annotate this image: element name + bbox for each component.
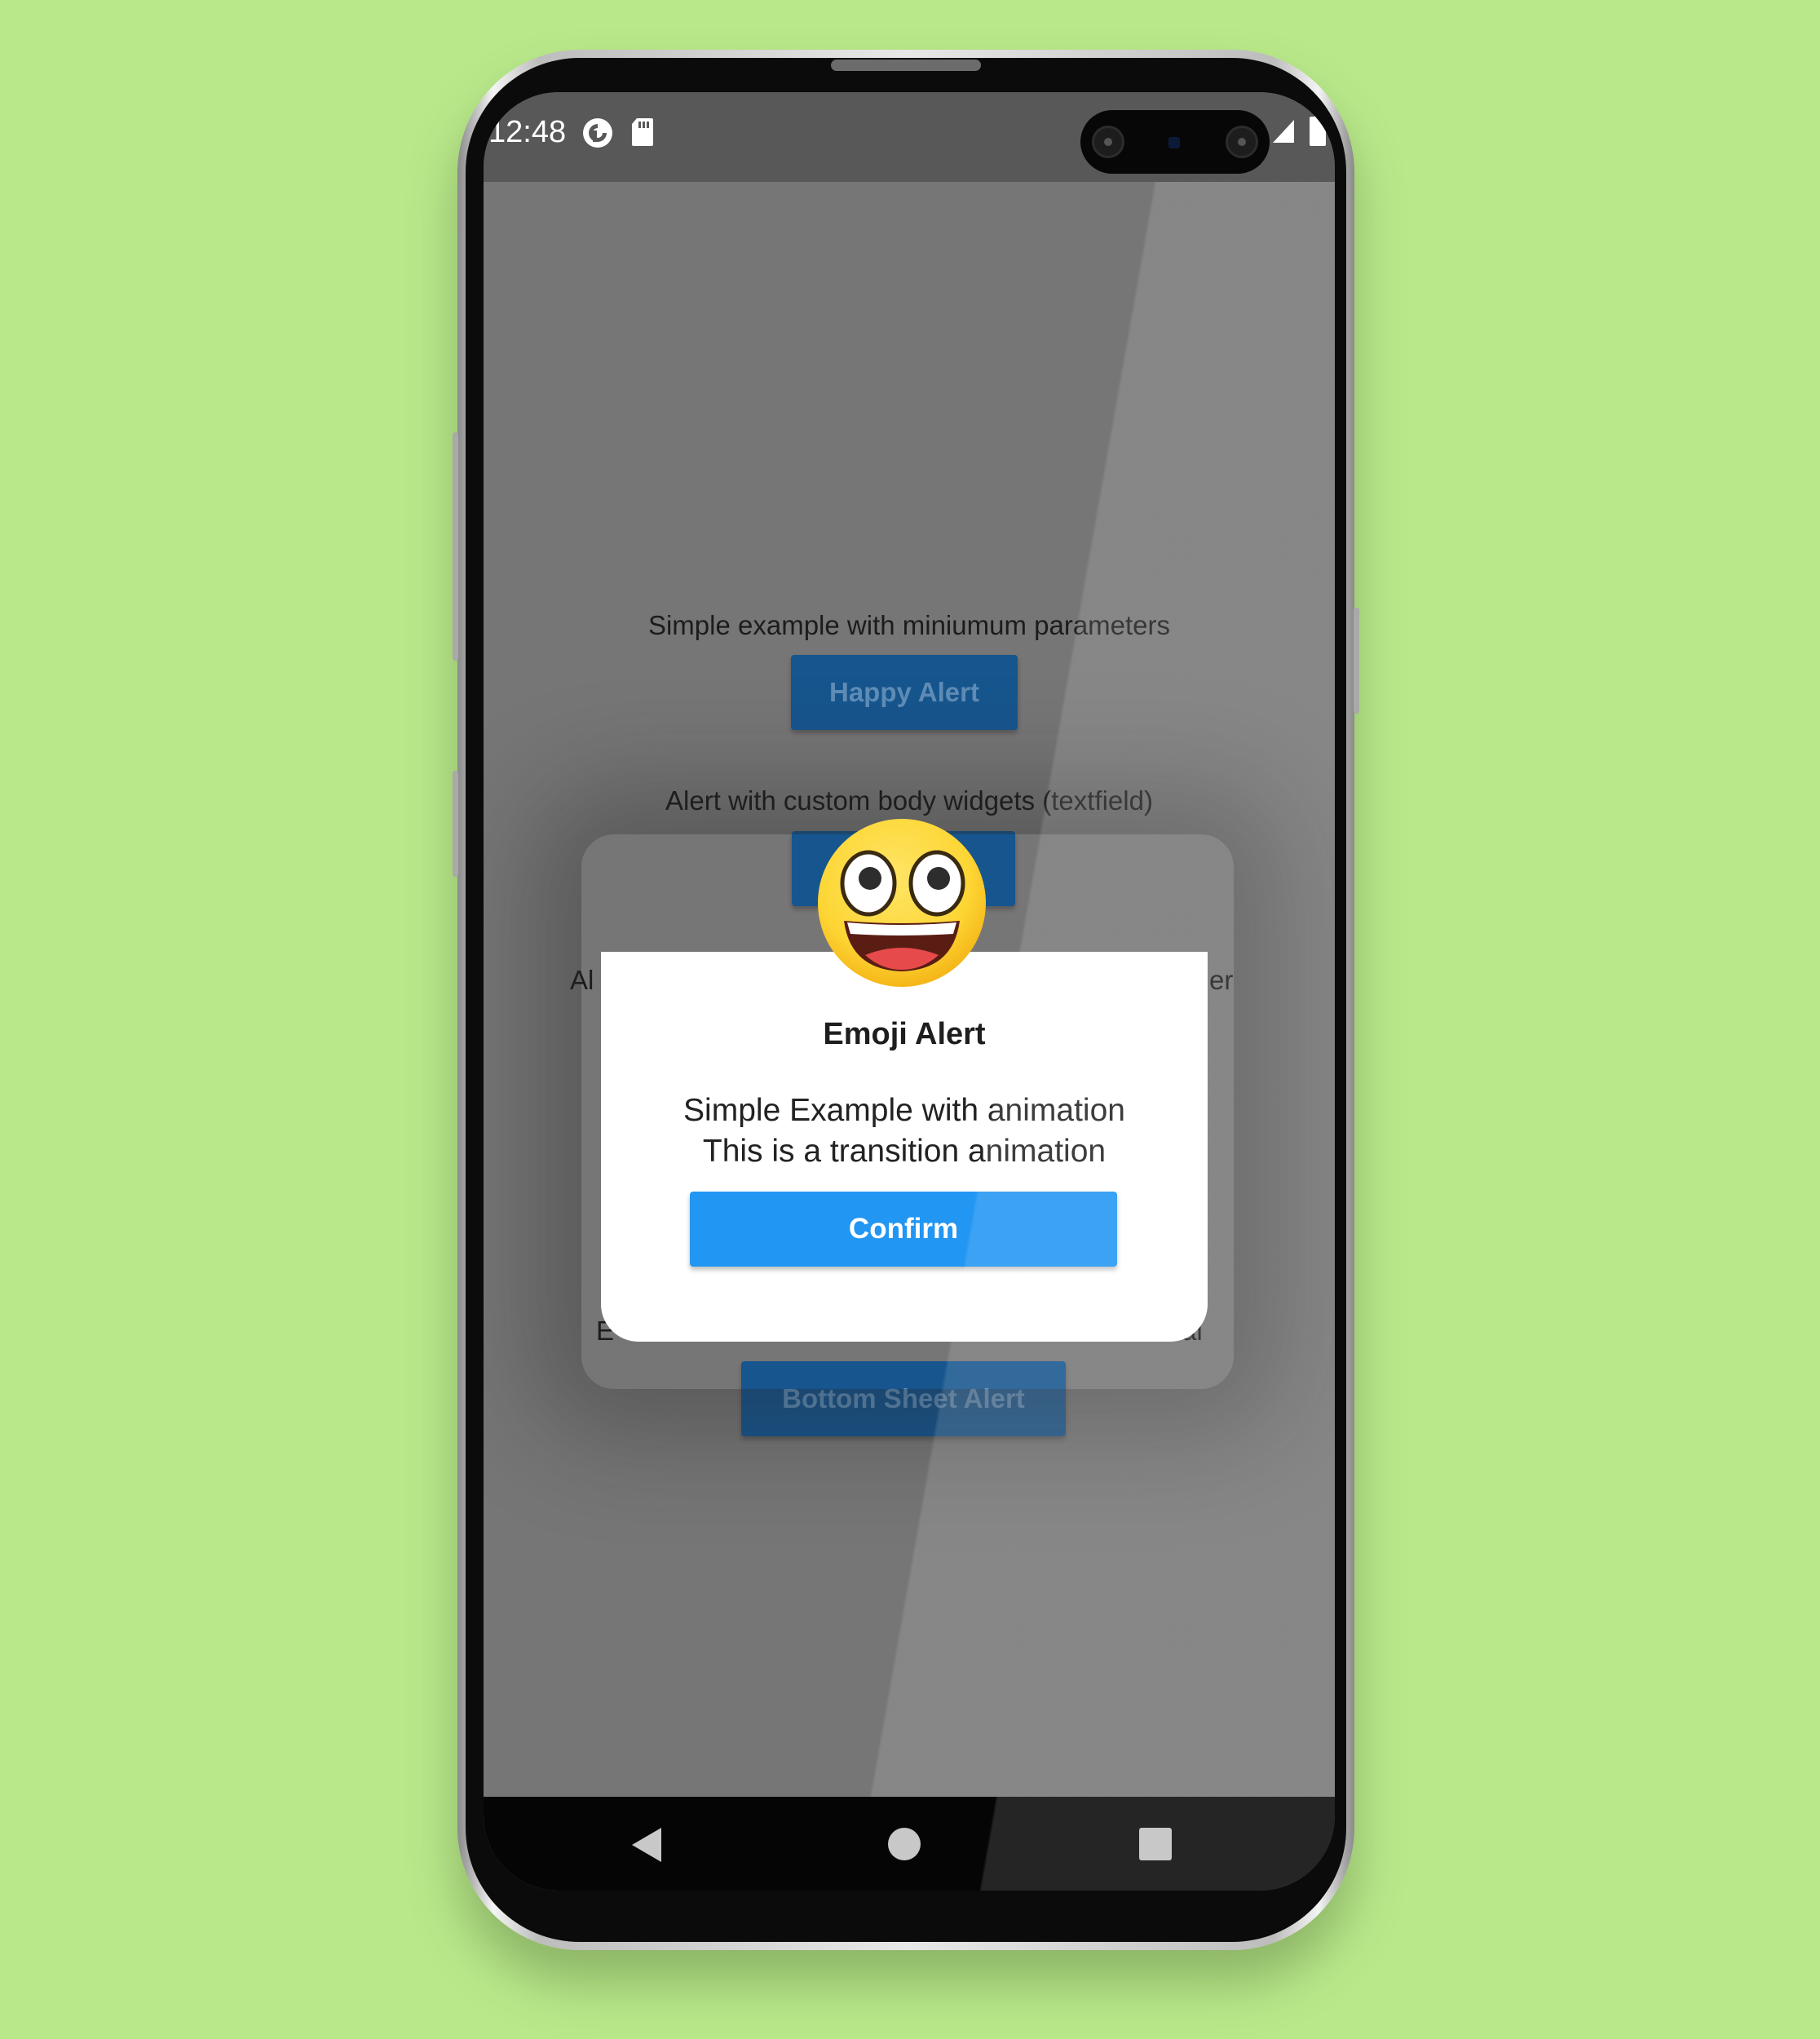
earpiece-speaker <box>831 60 981 71</box>
confirm-button[interactable]: Confirm <box>690 1192 1117 1267</box>
front-camera-lens <box>1092 126 1124 158</box>
section-label-custom-body: Alert with custom body widgets (textfiel… <box>665 785 1153 816</box>
depth-camera-lens <box>1226 126 1258 158</box>
pocket-casts-icon <box>583 118 612 148</box>
camera-sensor <box>1168 137 1180 148</box>
bixby-button <box>453 771 458 877</box>
navigation-bar <box>484 1797 1335 1891</box>
home-icon[interactable] <box>886 1826 922 1862</box>
volume-button <box>453 432 458 661</box>
dialog-body-line-2: This is a transition animation <box>702 1134 1107 1169</box>
phone-screen: Simple example with miniumum parameters … <box>484 92 1335 1891</box>
emoji-alert-dialog: Emoji Alert Simple Example with animatio… <box>601 952 1208 1342</box>
status-bar: 12:48 <box>484 92 1335 182</box>
sd-card-icon <box>632 118 653 146</box>
dialog-body-line-1: Simple Example with animation <box>683 1093 1125 1128</box>
cell-signal-icon <box>1273 120 1294 143</box>
battery-icon <box>1310 113 1326 146</box>
happy-alert-button[interactable]: Happy Alert <box>791 655 1018 730</box>
status-time: 12:48 <box>488 115 567 149</box>
back-icon[interactable] <box>629 1826 665 1864</box>
dialog-body: Simple Example with animation This is a … <box>601 1090 1208 1172</box>
grinning-face-emoji-icon <box>818 819 986 987</box>
dialog-title: Emoji Alert <box>823 1017 986 1051</box>
section-label-simple: Simple example with miniumum parameters <box>647 610 1171 640</box>
recents-icon[interactable] <box>1139 1828 1172 1860</box>
power-button <box>1354 608 1359 714</box>
front-camera-cutout <box>1080 110 1270 174</box>
app-content-dimmed[interactable]: Simple example with miniumum parameters … <box>484 182 1335 1797</box>
